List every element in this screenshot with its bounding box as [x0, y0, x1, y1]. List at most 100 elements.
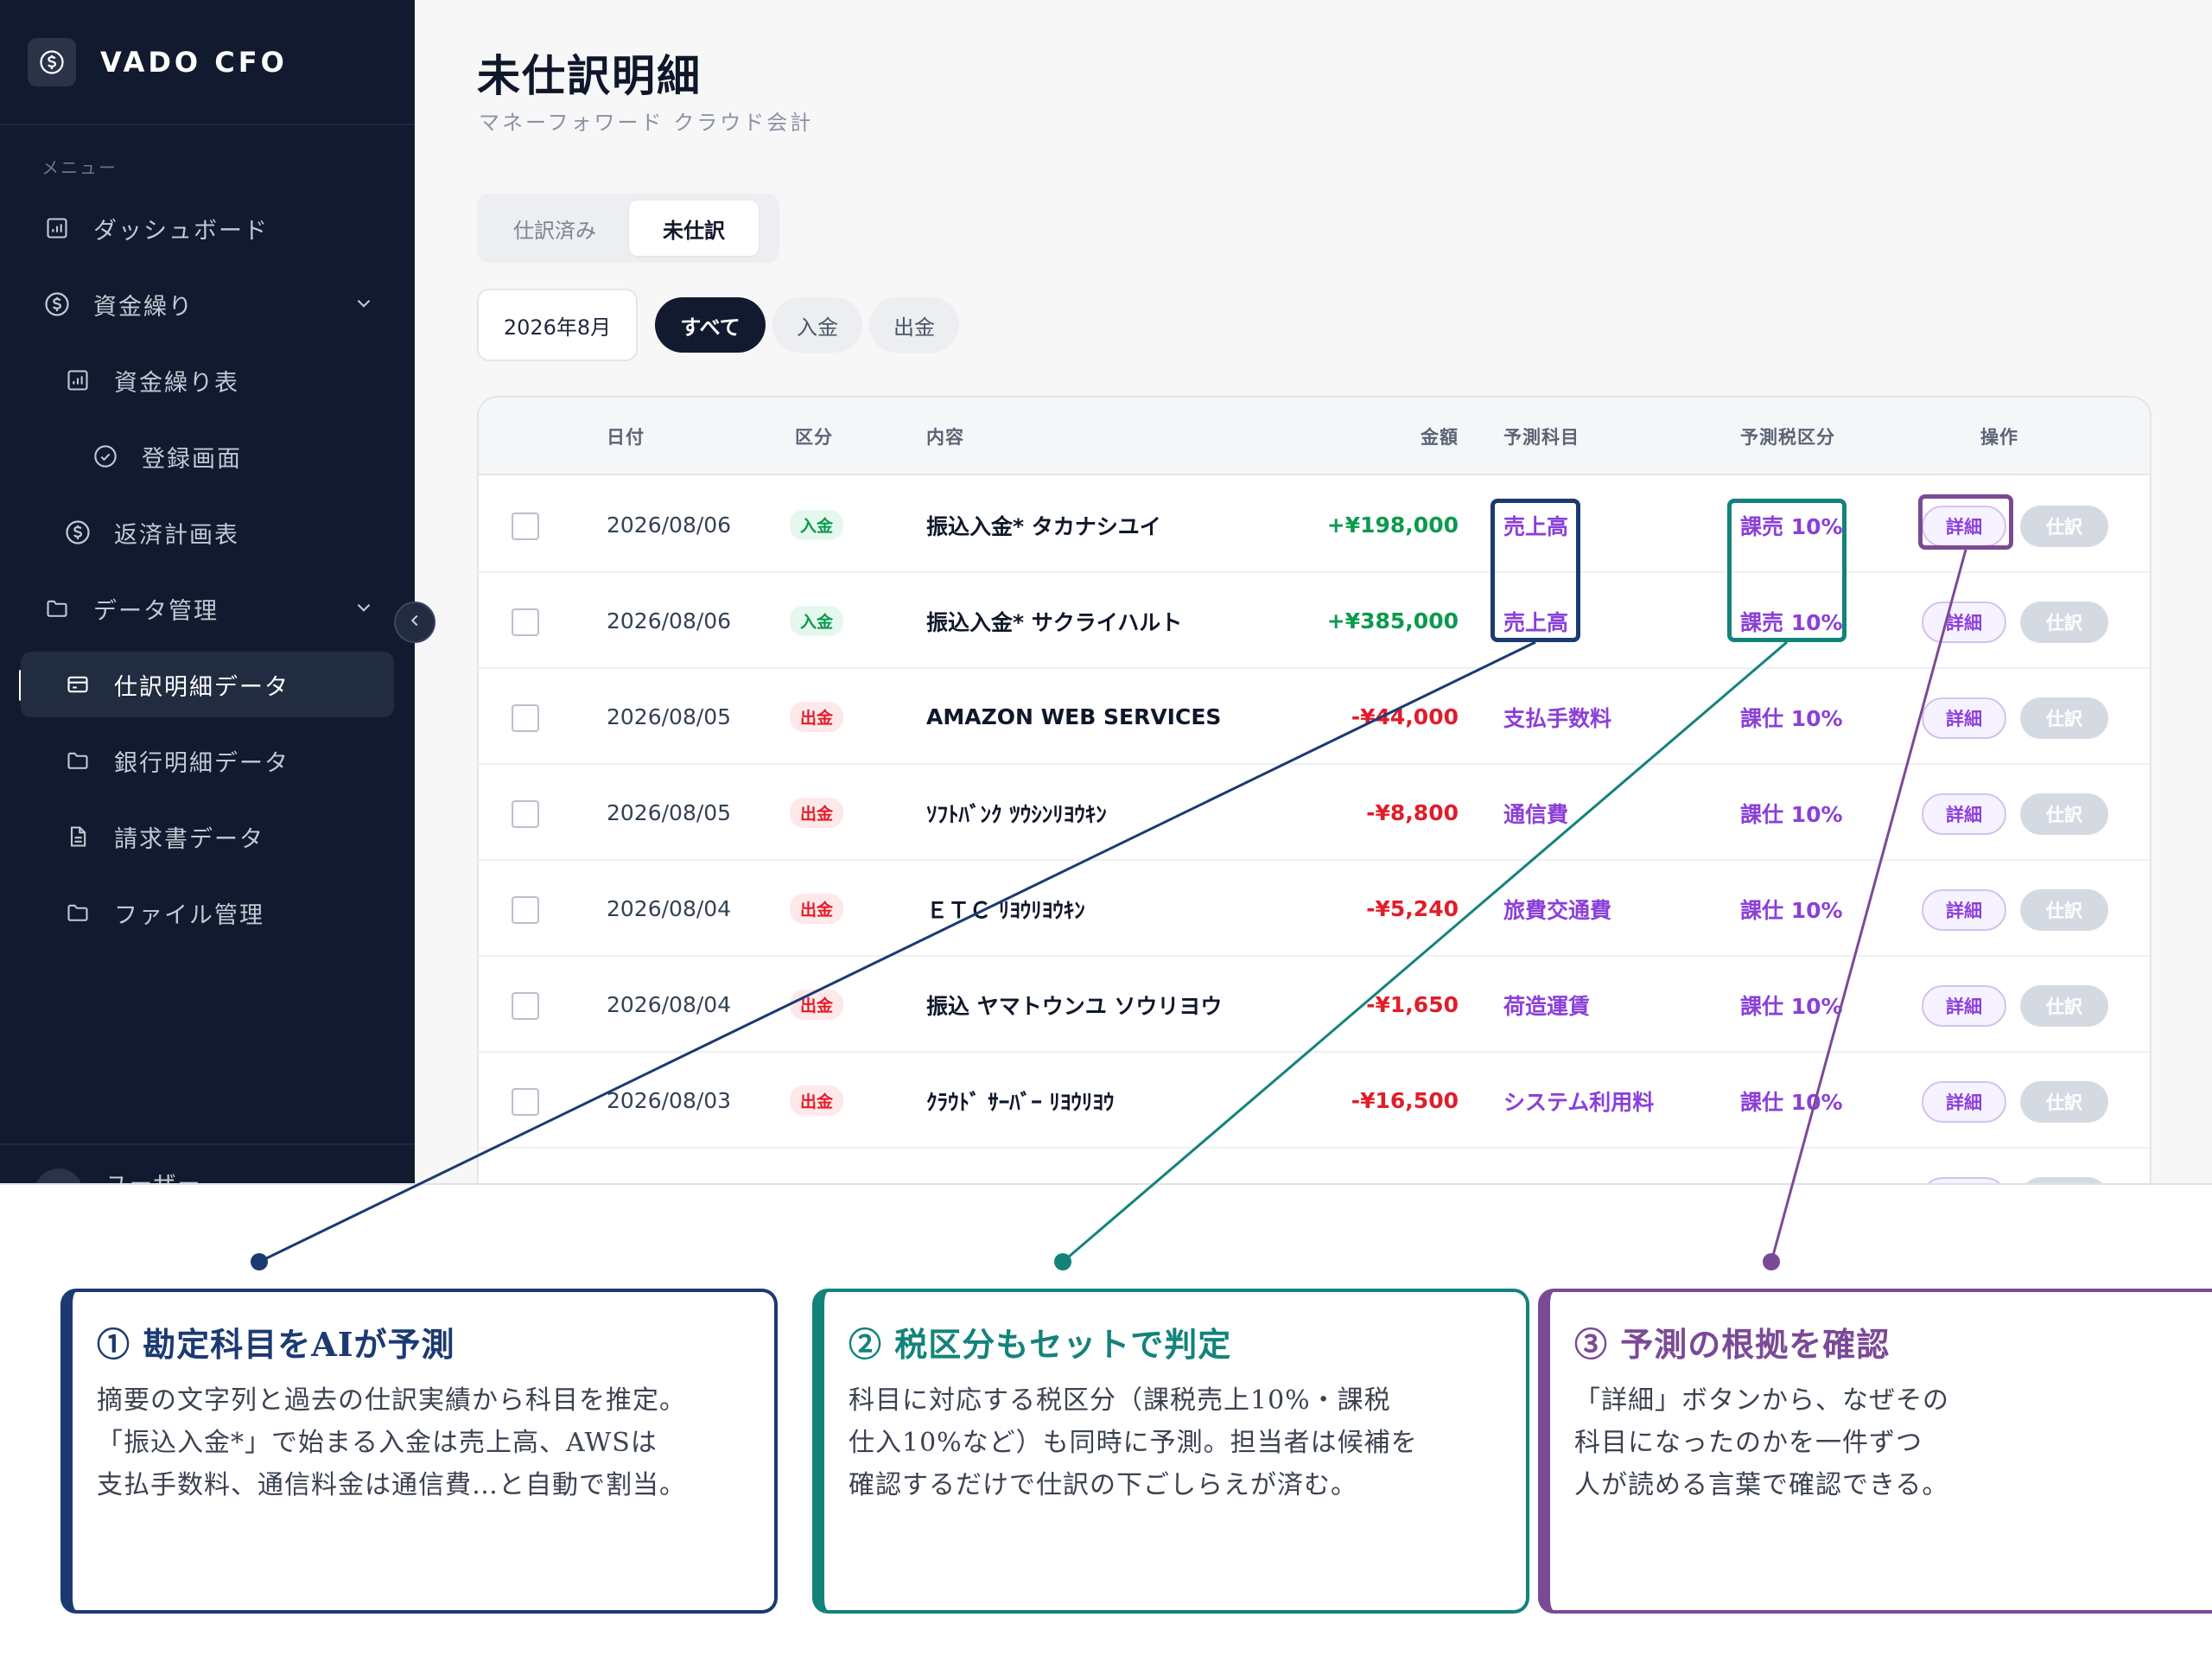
status-badge: 出金	[790, 1085, 844, 1116]
sidebar-item-journal-data[interactable]: 仕訳明細データ	[21, 652, 394, 717]
chevron-down-icon	[353, 292, 375, 321]
journal-button[interactable]: 仕訳	[2020, 889, 2108, 931]
row-type: 出金	[790, 1053, 844, 1149]
journal-button[interactable]	[2020, 1177, 2108, 1183]
row-date: 2026/08/05	[607, 800, 732, 825]
row-predicted-tax: 課仕 10%	[1740, 1089, 1843, 1115]
main-content: 未仕訳明細 マネーフォワード クラウド会計 仕訳済み 未仕訳 2026年8月 す…	[415, 0, 2212, 1183]
highlight-predicted-account	[1491, 499, 1580, 642]
annotation-body: 科目に対応する税区分（課税売上10%・課税 仕入10%など）も同時に予測。担当者…	[849, 1379, 1526, 1506]
divider	[0, 1143, 415, 1145]
row-predicted-account: 支払手数料	[1503, 705, 1612, 731]
header-type: 区分	[795, 427, 833, 448]
sidebar-item-data-management[interactable]: データ管理	[21, 576, 394, 641]
filter-all-button[interactable]: すべて	[655, 297, 766, 353]
status-badge: 入金	[790, 510, 844, 540]
row-amount: -¥5,240	[1366, 896, 1459, 921]
sidebar-item-cashflow-table[interactable]: 資金繰り表	[21, 347, 394, 413]
row-checkbox[interactable]	[512, 896, 539, 924]
status-badge: 出金	[790, 702, 844, 732]
annotation-line: 摘要の文字列と過去の仕訳実績から科目を推定。	[97, 1385, 686, 1416]
sidebar-item-label: 請求書データ	[114, 825, 264, 853]
table-header: 日付 区分 内容 金額 予測科目 予測税区分 操作	[479, 398, 2150, 475]
table-row: 2026/08/05 出金 AMAZON WEB SERVICES -¥44,0…	[479, 669, 2150, 765]
row-amount: -¥16,500	[1351, 1088, 1459, 1113]
detail-button[interactable]	[1922, 1177, 2006, 1183]
journal-button[interactable]: 仕訳	[2020, 602, 2108, 643]
row-type: 出金	[790, 957, 844, 1053]
row-predicted-tax: 課仕 10%	[1740, 993, 1843, 1019]
sidebar-item-invoice-data[interactable]: 請求書データ	[21, 804, 394, 869]
filter-expense-button[interactable]: 出金	[869, 297, 959, 353]
detail-button[interactable]: 詳細	[1922, 1081, 2006, 1123]
bar-chart-icon	[41, 213, 73, 244]
annotation-line: 「詳細」ボタンから、なぜその	[1574, 1385, 1949, 1416]
journal-button[interactable]: 仕訳	[2020, 793, 2108, 835]
sidebar-item-register[interactable]: 登録画面	[21, 423, 394, 489]
header-amount: 金額	[1421, 427, 1459, 448]
row-description: 振込 ヤマトウンユ ソウリヨウ	[926, 993, 1223, 1019]
journal-button[interactable]: 仕訳	[2020, 985, 2108, 1027]
table-row: 2026/08/04 出金 ＥＴＣ ﾘﾖｳﾘﾖｳｷﾝ -¥5,240 旅費交通費…	[479, 861, 2150, 957]
annotation-title: ③ 予測の根拠を確認	[1574, 1325, 1891, 1364]
row-predicted-account: 通信費	[1503, 801, 1569, 827]
sidebar-item-repayment[interactable]: 返済計画表	[21, 500, 394, 565]
tab-journalized[interactable]: 仕訳済み	[484, 201, 626, 256]
row-checkbox[interactable]	[512, 512, 539, 540]
row-checkbox[interactable]	[512, 704, 539, 732]
row-checkbox[interactable]	[512, 800, 539, 828]
chevron-left-icon	[405, 611, 424, 633]
collapse-sidebar-button[interactable]	[394, 602, 435, 643]
row-checkbox[interactable]	[512, 992, 539, 1020]
row-predicted-account: 旅費交通費	[1503, 897, 1612, 923]
filter-income-button[interactable]: 入金	[772, 297, 862, 353]
annotation-line: 科目になったのかを一件ずつ	[1574, 1428, 1923, 1458]
sidebar-item-file-management[interactable]: ファイル管理	[21, 880, 394, 945]
avatar[interactable]	[35, 1168, 83, 1183]
divider	[0, 124, 415, 125]
row-checkbox[interactable]	[512, 608, 539, 636]
status-badge: 入金	[790, 606, 844, 636]
row-type: 出金	[790, 669, 844, 765]
annotation-line: 確認するだけで仕訳の下ごしらえが済む。	[849, 1470, 1357, 1500]
row-date: 2026/08/04	[607, 896, 732, 921]
status-badge: 出金	[790, 894, 844, 924]
month-picker[interactable]: 2026年8月	[477, 289, 638, 361]
row-description: ｿﾌﾄﾊﾞﾝｸ ﾂｳｼﾝﾘﾖｳｷﾝ	[926, 801, 1107, 827]
detail-button[interactable]: 詳細	[1922, 793, 2006, 835]
annotation-line: 科目に対応する税区分（課税売上10%・課税	[849, 1385, 1391, 1416]
table-row	[479, 1149, 2150, 1183]
detail-button[interactable]: 詳細	[1922, 602, 2006, 643]
row-description: ＥＴＣ ﾘﾖｳﾘﾖｳｷﾝ	[926, 897, 1085, 923]
row-predicted-tax: 課仕 10%	[1740, 897, 1843, 923]
row-checkbox[interactable]	[512, 1088, 539, 1116]
sidebar-item-label: 仕訳明細データ	[114, 673, 289, 701]
sidebar-item-bank-data[interactable]: 銀行明細データ	[21, 728, 394, 793]
dollar-circle-icon	[28, 38, 76, 86]
detail-button[interactable]: 詳細	[1922, 697, 2006, 739]
page-subtitle: マネーフォワード クラウド会計	[479, 111, 814, 135]
table-row: 2026/08/03 出金 ｸﾗｳﾄﾞ ｻｰﾊﾞｰ ﾘﾖｳﾘﾖｳ -¥16,50…	[479, 1053, 2150, 1149]
bar-chart-icon	[62, 365, 93, 396]
row-type: 出金	[790, 765, 844, 861]
row-date: 2026/08/06	[607, 608, 732, 633]
row-description: 振込入金* タカナシユイ	[926, 513, 1161, 539]
detail-button[interactable]: 詳細	[1922, 985, 2006, 1027]
journal-button[interactable]: 仕訳	[2020, 1081, 2108, 1123]
row-description: 振込入金* サクライハルト	[926, 609, 1183, 635]
row-date: 2026/08/04	[607, 992, 732, 1017]
journal-button[interactable]: 仕訳	[2020, 506, 2108, 547]
row-description: AMAZON WEB SERVICES	[926, 704, 1222, 729]
brand[interactable]: VADO CFO	[28, 35, 288, 90]
row-predicted-tax: 課仕 10%	[1740, 801, 1843, 827]
detail-button[interactable]: 詳細	[1922, 889, 2006, 931]
header-description: 内容	[926, 427, 964, 448]
table-row: 2026/08/06 入金 振込入金* サクライハルト +¥385,000 売上…	[479, 573, 2150, 669]
sidebar-item-cashflow[interactable]: 資金繰り	[21, 271, 394, 337]
sidebar: VADO CFO メニュー ダッシュボード 資金繰り 資金繰り表 登録画面 返済…	[0, 0, 415, 1183]
row-predicted-tax: 課仕 10%	[1740, 705, 1843, 731]
tab-unjournalized[interactable]: 未仕訳	[629, 201, 759, 256]
table-row: 2026/08/05 出金 ｿﾌﾄﾊﾞﾝｸ ﾂｳｼﾝﾘﾖｳｷﾝ -¥8,800 …	[479, 765, 2150, 861]
journal-button[interactable]: 仕訳	[2020, 697, 2108, 739]
sidebar-item-dashboard[interactable]: ダッシュボード	[21, 195, 394, 261]
